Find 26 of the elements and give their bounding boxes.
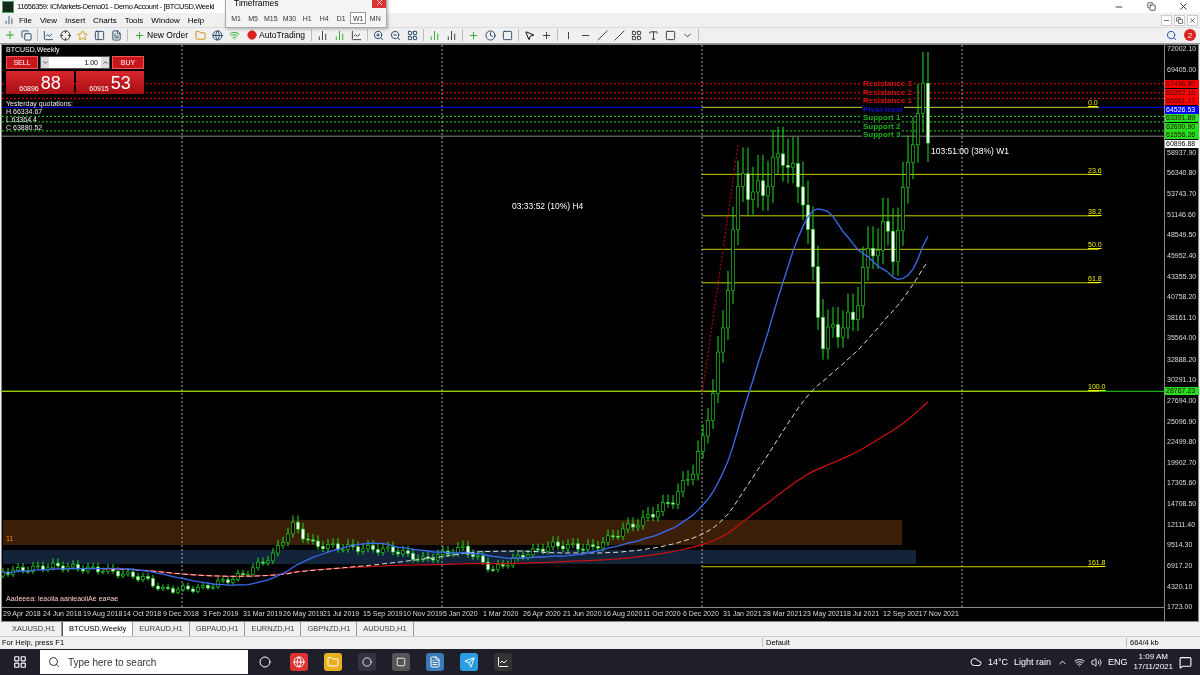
pivot-label: Support 1 bbox=[862, 114, 902, 123]
menu-item[interactable]: Help bbox=[183, 15, 209, 25]
popup-title: Timeframes bbox=[233, 0, 279, 8]
pivot-label: Support 2 bbox=[862, 122, 902, 131]
pivot-label: Resistance 3 bbox=[862, 79, 913, 88]
date-text: 17/11/2021 bbox=[1133, 662, 1173, 672]
auto-trading-button[interactable]: AutoTrading bbox=[245, 28, 308, 43]
candle-timer: 03:33:52 (10%) H4 bbox=[512, 201, 584, 212]
weather-text: Light rain bbox=[1014, 657, 1052, 667]
pivot-label: Resistance 2 bbox=[862, 88, 913, 97]
menu-item[interactable]: View bbox=[35, 15, 62, 25]
menu-item[interactable]: File bbox=[15, 15, 36, 25]
pivot-label: Support 3 bbox=[862, 131, 902, 140]
menu-item[interactable]: Window bbox=[147, 15, 184, 25]
time-text: 1:09 AM bbox=[1138, 652, 1168, 662]
language-text[interactable]: ENG bbox=[1108, 657, 1128, 667]
pivot-label: Resistance 1 bbox=[862, 97, 913, 106]
notification-badge[interactable]: 2 bbox=[1184, 29, 1196, 42]
new-order-button[interactable]: New Order bbox=[132, 28, 191, 43]
menu-item[interactable]: Tools bbox=[120, 15, 148, 25]
search-field[interactable]: Type here to search bbox=[40, 650, 248, 674]
menu-item[interactable]: Charts bbox=[89, 15, 121, 25]
menu-item[interactable]: Insert bbox=[61, 15, 90, 25]
candle-timer: 103:51:00 (38%) W1 bbox=[931, 146, 1009, 157]
temperature-text: 14°C bbox=[987, 657, 1008, 667]
pivot-label: Pivot level bbox=[862, 105, 904, 114]
